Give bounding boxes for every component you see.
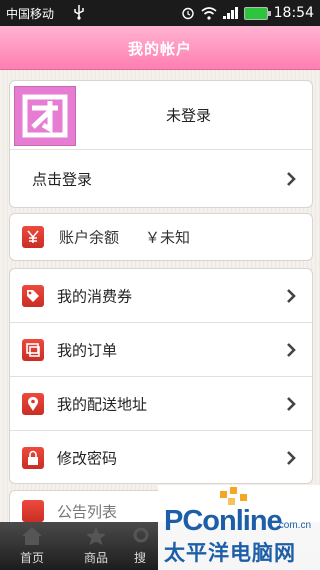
chevron-right-icon [287,342,296,357]
search-icon [133,527,149,543]
menu-item-coupons[interactable]: 我的消费券 [10,269,312,322]
carrier-name: 中国移动 [6,7,55,21]
balance-row: 账户余额 ￥未知 [10,214,312,260]
balance-value: ￥未知 [145,228,191,247]
login-row[interactable]: 点击登录 [10,149,312,207]
battery-icon [243,6,271,20]
menu-card: 我的消费券 我的订单 我的配送地址 修改密码 [9,268,313,484]
chevron-right-icon [287,396,296,411]
title-bar: 我的帐户 [0,26,320,70]
watermark-brand: PConline [164,505,283,537]
account-status-row: 未登录 [10,81,312,149]
yen-icon [22,226,44,248]
chevron-right-icon [287,171,296,186]
chevron-right-icon [287,451,296,465]
usb-icon [74,5,84,20]
wifi-icon [201,6,217,20]
account-card: 未登录 点击登录 [9,80,313,208]
menu-item-address[interactable]: 我的配送地址 [10,376,312,430]
pconline-watermark: PConline .com.cn 太平洋电脑网 [158,485,320,570]
tuan-logo-icon [14,86,76,146]
menu-item-label: 我的配送地址 [57,395,148,413]
coupon-tag-icon [22,284,44,307]
tab-label: 搜 [133,551,146,565]
orders-icon [22,338,44,361]
tab-home[interactable]: 首页 [0,522,64,570]
watermark-chinese: 太平洋电脑网 [164,541,296,565]
watermark-domain: .com.cn [276,520,312,531]
menu-item-label: 我的消费券 [57,287,133,305]
login-link[interactable]: 点击登录 [32,168,92,189]
lock-icon [22,447,44,469]
menu-item-orders[interactable]: 我的订单 [10,322,312,376]
menu-item-label: 我的订单 [57,341,118,359]
clock: 18:54 [273,5,314,21]
location-pin-icon [22,392,44,415]
tab-search[interactable]: 搜 [118,522,162,570]
menu-item-label: 公告列表 [57,503,118,521]
page-title: 我的帐户 [127,40,192,58]
signal-icon [222,7,238,19]
alarm-icon [181,7,194,20]
tab-label: 首页 [19,551,44,565]
menu-item-label: 修改密码 [57,449,118,468]
login-status-text: 未登录 [166,106,212,125]
star-icon [86,527,106,545]
status-bar: 中国移动 18:54 [0,0,320,26]
balance-label: 账户余额 [59,228,120,247]
menu-item-password[interactable]: 修改密码 [10,430,312,483]
chevron-right-icon [287,288,296,303]
notice-icon [22,500,44,522]
home-icon [22,527,42,545]
balance-card: 账户余额 ￥未知 [9,213,313,261]
